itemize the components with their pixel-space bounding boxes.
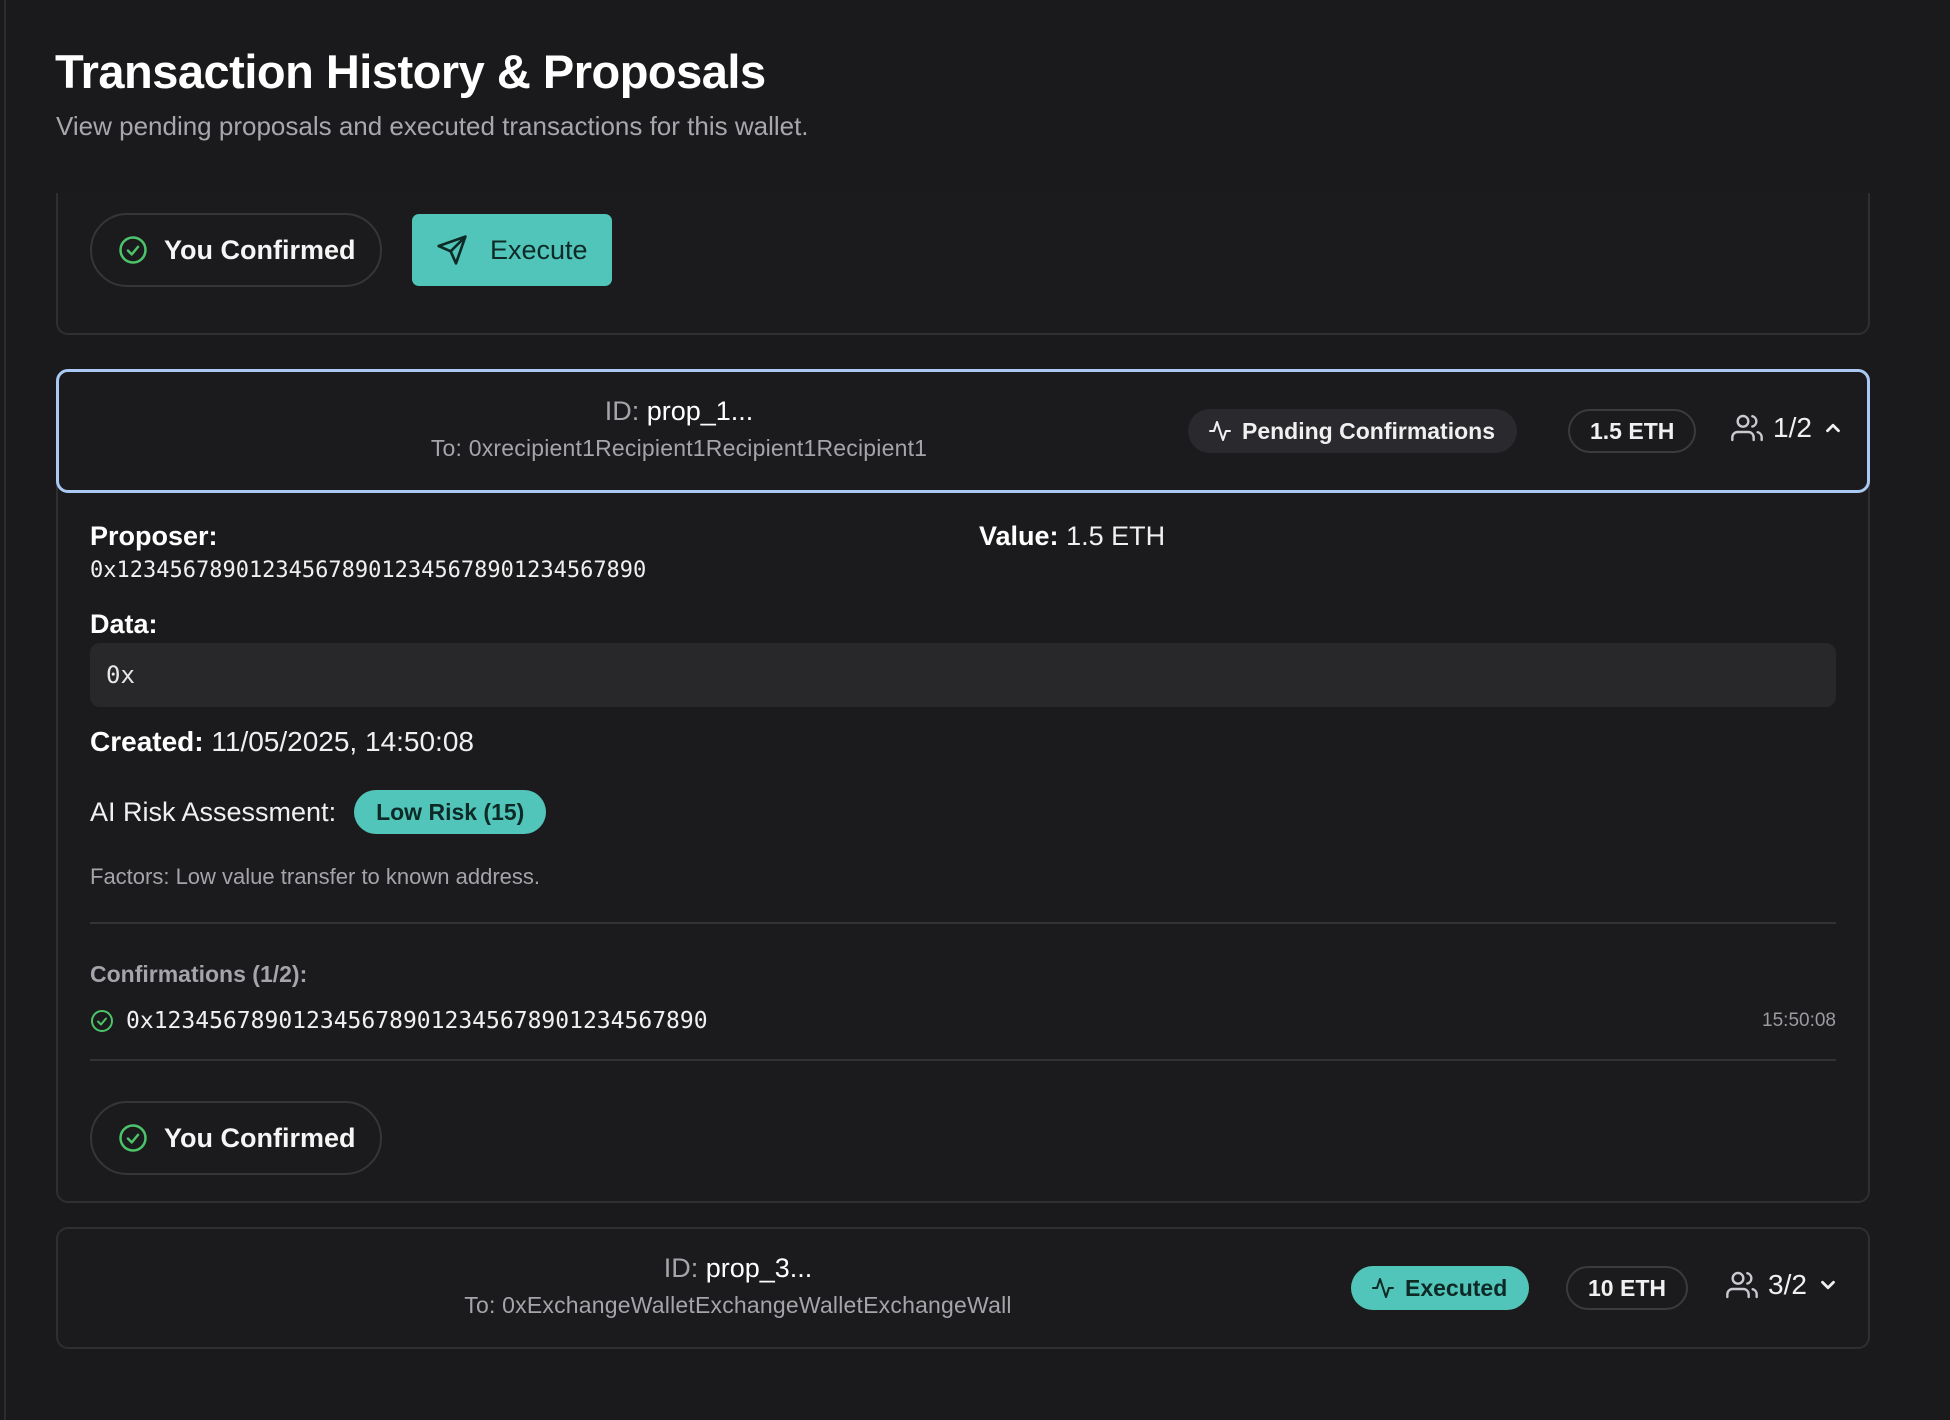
status-label: Pending Confirmations xyxy=(1242,417,1495,444)
data-label: Data: xyxy=(90,609,158,639)
data-field: 0x xyxy=(90,643,1836,707)
proposal-id: ID: prop_1... xyxy=(359,396,999,427)
id-key: ID: xyxy=(604,396,640,426)
value-text: 1.5 ETH xyxy=(1066,521,1166,551)
confirmation-count: 3/2 xyxy=(1726,1269,1839,1301)
page-title: Transaction History & Proposals xyxy=(55,45,766,98)
users-icon xyxy=(1731,412,1763,444)
chevron-up-icon[interactable] xyxy=(1822,417,1844,439)
status-badge: Executed xyxy=(1351,1266,1530,1310)
created-value: 11/05/2025, 14:50:08 xyxy=(211,726,474,757)
created-key: Created: xyxy=(90,726,204,757)
risk-label: AI Risk Assessment: xyxy=(90,796,337,827)
confirmation-count-label: 3/2 xyxy=(1768,1269,1807,1300)
confirmation-count: 1/2 xyxy=(1731,412,1844,444)
chevron-down-icon[interactable] xyxy=(1817,1274,1839,1296)
proposal-id-block: ID: prop_3... To: 0xExchangeWalletExchan… xyxy=(358,1253,1118,1319)
proposal-card-prop-3[interactable]: ID: prop_3... To: 0xExchangeWalletExchan… xyxy=(56,1227,1870,1349)
activity-icon xyxy=(1208,419,1232,443)
users-icon xyxy=(1726,1269,1758,1301)
proposer-key: Proposer: xyxy=(90,521,218,551)
execute-label: Execute xyxy=(490,234,588,265)
status-label: Executed xyxy=(1405,1274,1508,1301)
divider xyxy=(90,1059,1836,1061)
proposal-id-block: ID: prop_1... To: 0xrecipient1Recipient1… xyxy=(359,396,999,462)
value-key: Value: xyxy=(979,521,1059,551)
confirmation-row: 0x12345678901234567890123456789012345678… xyxy=(90,1003,1836,1039)
page-subtitle: View pending proposals and executed tran… xyxy=(56,111,809,141)
value-field: Value: 1.5 ETH xyxy=(979,521,1165,552)
confirmation-time: 15:50:08 xyxy=(1762,1010,1836,1031)
id-key: ID: xyxy=(663,1253,699,1283)
proposal-id: ID: prop_3... xyxy=(358,1253,1118,1284)
risk-badge: Low Risk (15) xyxy=(354,790,547,834)
confirmations-heading: Confirmations (1/2): xyxy=(90,961,308,987)
proposal-card-prop-1: ID: prop_1... To: 0xrecipient1Recipient1… xyxy=(56,369,1870,1203)
value-badge: 1.5 ETH xyxy=(1568,409,1697,453)
transaction-panel: Transaction History & Proposals View pen… xyxy=(4,0,1950,1420)
you-confirmed-label: You Confirmed xyxy=(164,1122,356,1153)
execute-button[interactable]: Execute xyxy=(412,214,612,286)
proposal-list[interactable]: You Confirmed Execute ID: prop_1... To: … xyxy=(6,193,1950,1420)
you-confirmed-button[interactable]: You Confirmed xyxy=(90,1101,382,1175)
id-value: prop_1... xyxy=(646,396,754,426)
divider xyxy=(90,922,1836,924)
confirmation-count-label: 1/2 xyxy=(1773,412,1812,443)
proposer-label: Proposer: xyxy=(90,521,218,552)
status-badge: Pending Confirmations xyxy=(1188,409,1517,453)
check-circle-icon xyxy=(90,1009,114,1033)
proposal-header-prop-1[interactable]: ID: prop_1... To: 0xrecipient1Recipient1… xyxy=(56,369,1870,493)
you-confirmed-button[interactable]: You Confirmed xyxy=(90,213,382,287)
data-value: 0x xyxy=(106,661,135,689)
id-value: prop_3... xyxy=(705,1253,813,1283)
check-circle-icon xyxy=(118,235,148,265)
confirmation-address: 0x12345678901234567890123456789012345678… xyxy=(126,1008,708,1034)
proposer-address: 0x12345678901234567890123456789012345678… xyxy=(90,558,647,583)
created-field: Created: 11/05/2025, 14:50:08 xyxy=(90,726,474,758)
risk-factors: Factors: Low value transfer to known add… xyxy=(90,864,540,889)
value-badge: 10 ETH xyxy=(1566,1266,1688,1310)
proposal-recipient: To: 0xrecipient1Recipient1Recipient1Reci… xyxy=(430,435,928,461)
check-circle-icon xyxy=(118,1123,148,1153)
send-icon xyxy=(436,234,468,266)
you-confirmed-label: You Confirmed xyxy=(164,234,356,265)
proposal-recipient: To: 0xExchangeWalletExchangeWalletExchan… xyxy=(464,1292,1012,1318)
risk-assessment: AI Risk Assessment: Low Risk (15) xyxy=(90,790,547,834)
activity-icon xyxy=(1371,1276,1395,1300)
proposal-card-previous: You Confirmed Execute xyxy=(56,193,1870,335)
